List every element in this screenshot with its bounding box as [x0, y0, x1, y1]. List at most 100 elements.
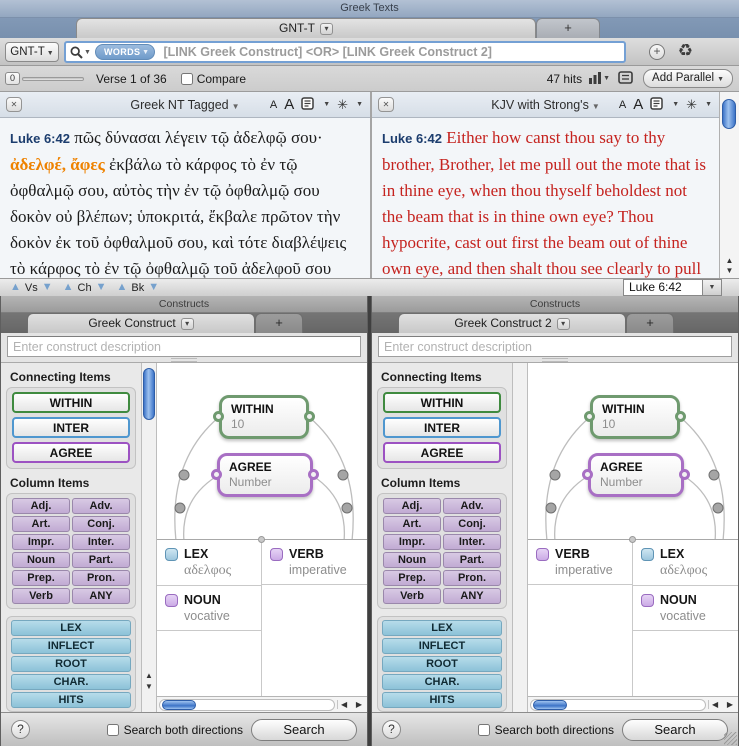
- within-node-value[interactable]: 10: [602, 417, 668, 431]
- within-palette-button[interactable]: WITHIN: [383, 392, 501, 413]
- analysis-chart-icon[interactable]: [588, 71, 602, 87]
- search-both-directions-checkbox[interactable]: [478, 724, 490, 736]
- search-button[interactable]: Search: [622, 719, 728, 741]
- conj-button[interactable]: Conj.: [443, 516, 501, 532]
- go-to-reference-input[interactable]: Luke 6:42: [623, 279, 703, 296]
- connector-port[interactable]: [582, 469, 593, 480]
- scrollbar-thumb[interactable]: [162, 700, 196, 710]
- chevron-down-icon[interactable]: ▾: [557, 318, 570, 330]
- adv-button[interactable]: Adv.: [443, 498, 501, 514]
- within-palette-button[interactable]: WITHIN: [12, 392, 130, 413]
- help-button[interactable]: ?: [382, 720, 401, 739]
- construct-tab[interactable]: Greek Construct 2▾: [398, 313, 626, 333]
- connection-area[interactable]: WITHIN 10 AGREE Number: [528, 363, 738, 539]
- construct-column[interactable]: VERBimperative: [528, 540, 633, 696]
- part-button[interactable]: Part.: [72, 552, 130, 568]
- scroll-up-arrow[interactable]: ▲: [142, 670, 156, 681]
- chevron-down-icon[interactable]: ▾: [320, 23, 333, 35]
- gear-icon[interactable]: ✳: [686, 97, 697, 113]
- char-button[interactable]: CHAR.: [11, 674, 131, 690]
- verb-button[interactable]: Verb: [383, 588, 441, 604]
- pron-button[interactable]: Pron.: [443, 570, 501, 586]
- scroll-down-arrow[interactable]: ▼: [720, 266, 739, 276]
- add-search-item-button[interactable]: +: [649, 44, 665, 60]
- construct-columns[interactable]: LEXαδελφοςNOUNvocativeVERBimperative: [157, 539, 367, 696]
- help-button[interactable]: ?: [11, 720, 30, 739]
- tab-gnt-t[interactable]: GNT-T▾: [76, 18, 536, 38]
- verse-down-arrow[interactable]: ▼: [42, 282, 53, 293]
- scrollbar-thumb[interactable]: [533, 700, 567, 710]
- connector-port[interactable]: [213, 411, 224, 422]
- horizontal-scrollbar[interactable]: ◀▶: [528, 696, 738, 712]
- prep-button[interactable]: Prep.: [383, 570, 441, 586]
- root-button[interactable]: ROOT: [382, 656, 502, 672]
- adv-button[interactable]: Adv.: [72, 498, 130, 514]
- text-slider[interactable]: [22, 77, 84, 81]
- construct-element[interactable]: LEXαδελφος: [157, 540, 261, 586]
- inter-button[interactable]: Inter.: [443, 534, 501, 550]
- adj-button[interactable]: Adj.: [12, 498, 70, 514]
- new-tab-button[interactable]: +: [536, 18, 600, 38]
- connector-port[interactable]: [675, 411, 686, 422]
- window-titlebar[interactable]: Constructs: [372, 296, 738, 313]
- lex-button[interactable]: LEX: [382, 620, 502, 636]
- any-button[interactable]: ANY: [72, 588, 130, 604]
- search-both-directions-checkbox[interactable]: [107, 724, 119, 736]
- greek-text-body[interactable]: Luke 6:42 πῶς δύνασαι λέγειν τῷ ἀδελφῷ σ…: [0, 118, 370, 278]
- inflect-button[interactable]: INFLECT: [382, 638, 502, 654]
- construct-description-input[interactable]: [378, 336, 732, 357]
- connector-port[interactable]: [308, 469, 319, 480]
- search-input[interactable]: ▼ WORDS▼ [LINK Greek Construct] <OR> [LI…: [64, 41, 626, 63]
- compare-checkbox[interactable]: [181, 73, 193, 85]
- scrollbar-track[interactable]: [159, 699, 335, 711]
- details-workspace-icon[interactable]: [618, 71, 633, 87]
- verse-up-arrow[interactable]: ▲: [10, 282, 21, 293]
- scroll-left-arrow[interactable]: ◀: [712, 700, 718, 709]
- book-up-arrow[interactable]: ▲: [116, 282, 127, 293]
- new-tab-button[interactable]: +: [255, 313, 303, 333]
- char-button[interactable]: CHAR.: [382, 674, 502, 690]
- agree-node[interactable]: AGREE Number: [217, 453, 313, 497]
- construct-element[interactable]: VERBimperative: [528, 540, 632, 585]
- any-button[interactable]: ANY: [443, 588, 501, 604]
- chevron-down-icon[interactable]: ▾: [181, 318, 194, 330]
- agree-node[interactable]: AGREE Number: [588, 453, 684, 497]
- verb-button[interactable]: Verb: [12, 588, 70, 604]
- new-tab-button[interactable]: +: [626, 313, 674, 333]
- adj-button[interactable]: Adj.: [383, 498, 441, 514]
- chapter-down-arrow[interactable]: ▼: [96, 282, 107, 293]
- horizontal-scrollbar[interactable]: ◀▶: [157, 696, 367, 712]
- construct-element[interactable]: LEXαδελφος: [633, 540, 738, 586]
- chapter-up-arrow[interactable]: ▲: [63, 282, 74, 293]
- impr-button[interactable]: Impr.: [12, 534, 70, 550]
- decrease-font-button[interactable]: A: [270, 99, 277, 111]
- impr-button[interactable]: Impr.: [383, 534, 441, 550]
- inter-button[interactable]: Inter.: [72, 534, 130, 550]
- part-button[interactable]: Part.: [443, 552, 501, 568]
- scroll-down-arrow[interactable]: ▼: [142, 681, 156, 692]
- construct-tab[interactable]: Greek Construct▾: [27, 313, 255, 333]
- window-titlebar[interactable]: Constructs: [1, 296, 367, 313]
- search-scope-pill[interactable]: WORDS▼: [95, 44, 156, 60]
- inflect-button[interactable]: INFLECT: [11, 638, 131, 654]
- display-settings-icon[interactable]: [650, 97, 664, 113]
- construct-column[interactable]: VERBimperative: [262, 540, 367, 696]
- connector-port[interactable]: [584, 411, 595, 422]
- increase-font-button[interactable]: A: [284, 96, 294, 113]
- lex-button[interactable]: LEX: [11, 620, 131, 636]
- hits-button[interactable]: HITS: [11, 692, 131, 708]
- scroll-up-arrow[interactable]: ▲: [720, 256, 739, 266]
- column-divider-handle[interactable]: [258, 536, 265, 543]
- splitter-grip[interactable]: [171, 358, 197, 362]
- add-parallel-button[interactable]: Add Parallel▼: [643, 69, 733, 88]
- gear-icon[interactable]: ✳: [337, 97, 348, 113]
- connector-port[interactable]: [679, 469, 690, 480]
- hits-button[interactable]: HITS: [382, 692, 502, 708]
- scrollbar-thumb[interactable]: [722, 99, 736, 129]
- connection-area[interactable]: WITHIN 10 AGREE Number: [157, 363, 367, 539]
- root-button[interactable]: ROOT: [11, 656, 131, 672]
- scroll-right-arrow[interactable]: ▶: [727, 700, 733, 709]
- window-titlebar[interactable]: Greek Texts: [0, 0, 739, 18]
- construct-description-input[interactable]: [7, 336, 361, 357]
- agree-node-value[interactable]: Number: [600, 475, 672, 489]
